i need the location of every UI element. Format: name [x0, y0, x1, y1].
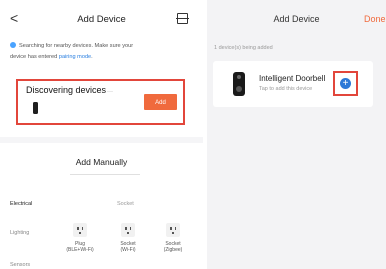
device-name: Intelligent Doorbell [259, 74, 326, 83]
socket-icon [70, 222, 90, 238]
socket-column-header: Socket [117, 201, 134, 207]
device-socket-zigbee[interactable]: Socket (Zigbee) [155, 222, 191, 253]
socket-icon [163, 222, 183, 238]
scan-icon[interactable] [176, 13, 189, 24]
doorbell-device-icon [233, 72, 245, 96]
page-title: Add Device [273, 14, 320, 24]
search-hint: Searching for nearby devices. Make sure … [10, 42, 134, 60]
category-electrical[interactable]: Electrical [10, 201, 32, 207]
doorbell-device-icon [33, 102, 38, 114]
socket-icon [118, 222, 138, 238]
device-sublabel: (Zigbee) [163, 247, 183, 253]
plus-icon[interactable]: + [340, 78, 351, 89]
category-lighting[interactable]: Lighting [10, 230, 29, 236]
loading-dots: ··· [107, 89, 114, 95]
add-device-highlight: + [333, 71, 358, 96]
device-sublabel: (Wi-Fi) [120, 247, 136, 253]
adding-devices-screen: Add Device Done 1 device(s) being added … [207, 0, 386, 269]
device-card[interactable]: Intelligent Doorbell Tap to add this dev… [213, 61, 373, 107]
devices-being-added-count: 1 device(s) being added [214, 45, 273, 51]
bluetooth-icon [10, 42, 16, 48]
discovering-title: Discovering devices··· [26, 85, 114, 95]
pairing-mode-link[interactable]: pairing mode [59, 54, 91, 60]
hint-text: Searching for nearby devices. Make sure … [19, 43, 134, 49]
device-plug-ble-wifi[interactable]: Plug (BLE+Wi-Fi) [62, 222, 98, 253]
page-title: Add Device [77, 14, 126, 25]
discovering-devices-panel: Discovering devices··· Add [16, 79, 185, 125]
add-manually-heading[interactable]: Add Manually [0, 157, 203, 167]
category-sensors[interactable]: Sensors [10, 262, 30, 268]
device-sublabel: (BLE+Wi-Fi) [66, 247, 94, 253]
device-tap-hint: Tap to add this device [259, 86, 313, 92]
device-socket-wifi[interactable]: Socket (Wi-Fi) [110, 222, 146, 253]
heading-underline [70, 174, 140, 175]
done-button[interactable]: Done [364, 14, 386, 24]
add-button[interactable]: Add [144, 94, 177, 110]
add-device-screen: < Add Device Searching for nearby device… [0, 0, 203, 269]
section-divider [0, 137, 203, 143]
hint-text-2: device has entered [10, 54, 59, 60]
